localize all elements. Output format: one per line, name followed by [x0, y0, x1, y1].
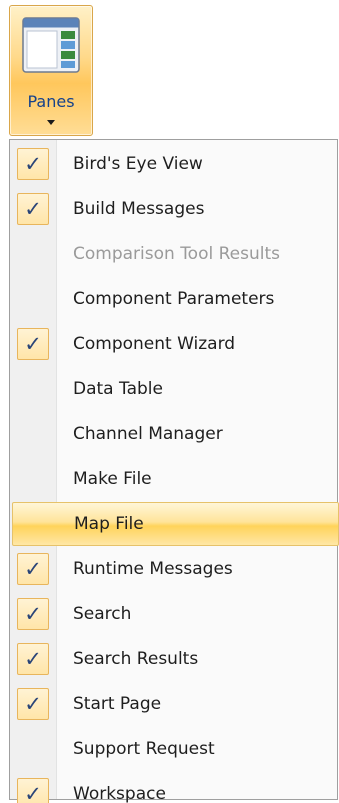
- menu-item-label: Map File: [74, 514, 144, 534]
- checkmark-icon: ✓: [17, 688, 49, 720]
- menu-item-label: Support Request: [73, 739, 215, 759]
- menu-item-label: Channel Manager: [73, 424, 223, 444]
- menu-item[interactable]: ✓ Workspace: [10, 772, 337, 803]
- panes-label: Panes: [27, 92, 75, 111]
- checkmark-icon: ✓: [17, 553, 49, 585]
- menu-item-label: Build Messages: [73, 199, 205, 219]
- menu-item-label: Make File: [73, 469, 152, 489]
- menu-item: Comparison Tool Results: [10, 232, 337, 276]
- menu-item[interactable]: ✓ Search: [10, 592, 337, 636]
- menu-item[interactable]: Support Request: [10, 727, 337, 771]
- panes-window-icon: [22, 17, 80, 73]
- menu-item[interactable]: Make File: [10, 457, 337, 501]
- menu-item-label: Search: [73, 604, 132, 624]
- menu-item[interactable]: Component Parameters: [10, 277, 337, 321]
- menu-item[interactable]: Channel Manager: [10, 412, 337, 456]
- menu-item[interactable]: ✓ Search Results: [10, 637, 337, 681]
- panes-button[interactable]: Panes: [9, 5, 93, 136]
- menu-item-label: Component Wizard: [73, 334, 236, 354]
- checkmark-icon: ✓: [17, 598, 49, 630]
- checkmark-icon: ✓: [17, 148, 49, 180]
- menu-item-label: Workspace: [73, 784, 166, 803]
- menu-item[interactable]: ✓ Runtime Messages: [10, 547, 337, 591]
- menu-item[interactable]: ✓ Bird's Eye View: [10, 142, 337, 186]
- checkmark-icon: ✓: [17, 328, 49, 360]
- panes-ui: Panes ✓ Bird's Eye View ✓ Build Messages Com…: [0, 0, 339, 803]
- checkmark-icon: ✓: [17, 193, 49, 225]
- menu-item[interactable]: Data Table: [10, 367, 337, 411]
- panes-dropdown-menu: ✓ Bird's Eye View ✓ Build Messages Compariso…: [9, 139, 339, 803]
- menu-item-label: Comparison Tool Results: [73, 244, 280, 264]
- menu-item[interactable]: Map File: [12, 502, 339, 546]
- menu-item[interactable]: ✓ Build Messages: [10, 187, 337, 231]
- checkmark-icon: ✓: [17, 778, 49, 803]
- menu-item-label: Start Page: [73, 694, 162, 714]
- menu-item[interactable]: ✓ Start Page: [10, 682, 337, 726]
- menu-item-label: Runtime Messages: [73, 559, 233, 579]
- dropdown-caret-icon[interactable]: [47, 120, 55, 125]
- menu-item-label: Search Results: [73, 649, 199, 669]
- menu-item[interactable]: ✓ Component Wizard: [10, 322, 337, 366]
- menu-item-label: Bird's Eye View: [73, 154, 203, 174]
- menu-item-label: Data Table: [73, 379, 163, 399]
- checkmark-icon: ✓: [17, 643, 49, 675]
- menu-item-label: Component Parameters: [73, 289, 275, 309]
